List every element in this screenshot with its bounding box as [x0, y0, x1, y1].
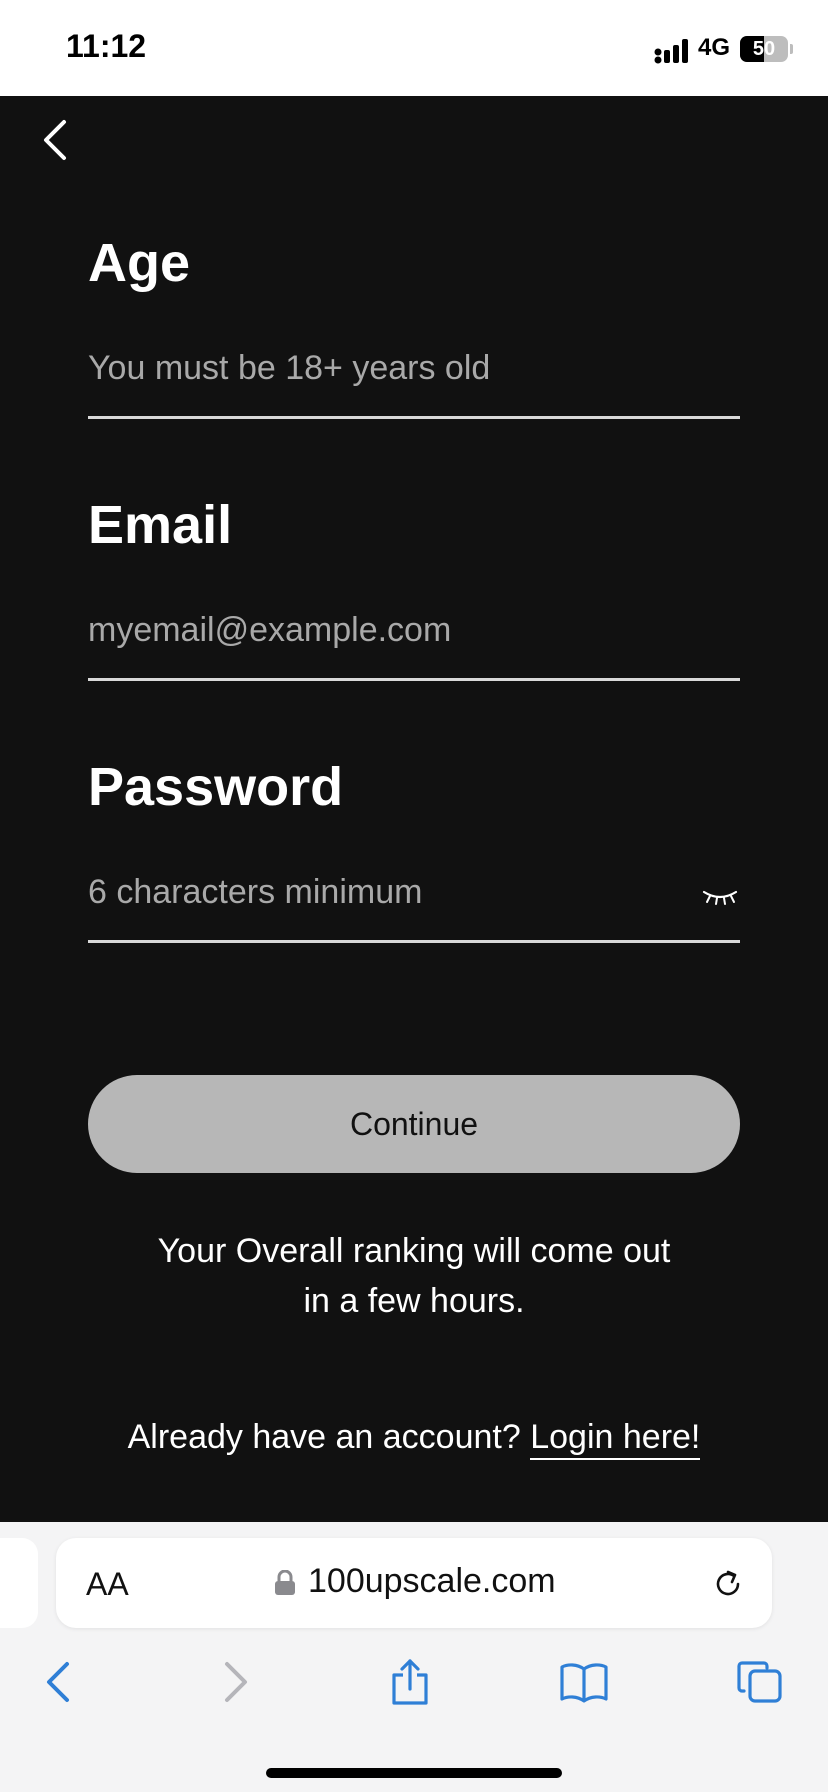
reload-icon[interactable]: [710, 1566, 746, 1602]
battery-percent: 50: [752, 38, 776, 60]
back-chevron-icon[interactable]: [36, 116, 76, 164]
browser-forward-button[interactable]: [206, 1652, 266, 1712]
lock-icon: [275, 1570, 295, 1595]
age-underline: [88, 416, 740, 419]
bookmarks-button[interactable]: [554, 1652, 614, 1712]
email-underline: [88, 678, 740, 681]
browser-chrome: AA 100upscale.com: [0, 1522, 828, 1792]
email-input[interactable]: [88, 600, 740, 660]
password-underline: [88, 940, 740, 943]
age-input[interactable]: [88, 338, 740, 398]
url-text: 100upscale.com: [308, 1562, 556, 1600]
continue-button[interactable]: Continue: [88, 1075, 740, 1173]
login-prompt-text: Already have an account?: [127, 1418, 521, 1456]
password-input[interactable]: [88, 862, 688, 922]
forward-arrow-icon: [225, 1662, 247, 1702]
tabs-icon: [737, 1661, 782, 1703]
tabs-button[interactable]: [730, 1652, 790, 1712]
book-icon: [560, 1663, 608, 1703]
eye-closed-icon[interactable]: [702, 886, 738, 910]
battery-nub: [790, 44, 793, 54]
browser-back-button[interactable]: [28, 1652, 88, 1712]
share-button[interactable]: [380, 1652, 440, 1712]
network-type: 4G: [698, 34, 731, 61]
login-link[interactable]: Login here!: [530, 1418, 701, 1460]
ranking-note: Your Overall ranking will come out in a …: [88, 1226, 740, 1326]
age-label: Age: [88, 233, 191, 293]
back-arrow-icon: [47, 1662, 69, 1702]
address-bar[interactable]: AA 100upscale.com: [56, 1538, 772, 1628]
text-size-button[interactable]: AA: [86, 1566, 129, 1603]
share-icon: [392, 1659, 428, 1705]
home-indicator: [266, 1768, 562, 1778]
login-prompt-row: Already have an account? Login here!: [0, 1418, 828, 1460]
signup-page: Age Email Password Continue Your Overall…: [0, 96, 828, 1522]
email-label: Email: [88, 495, 233, 555]
status-bar: 11:12 4G 50: [0, 0, 828, 96]
status-time: 11:12: [66, 28, 147, 64]
previous-tab-peek[interactable]: [0, 1538, 38, 1628]
password-label: Password: [88, 757, 344, 817]
battery-icon: 50: [740, 36, 788, 62]
ranking-note-line-1: Your Overall ranking will come out: [157, 1232, 671, 1270]
cellular-signal-icon: [654, 39, 688, 64]
ranking-note-line-2: in a few hours.: [303, 1282, 525, 1320]
